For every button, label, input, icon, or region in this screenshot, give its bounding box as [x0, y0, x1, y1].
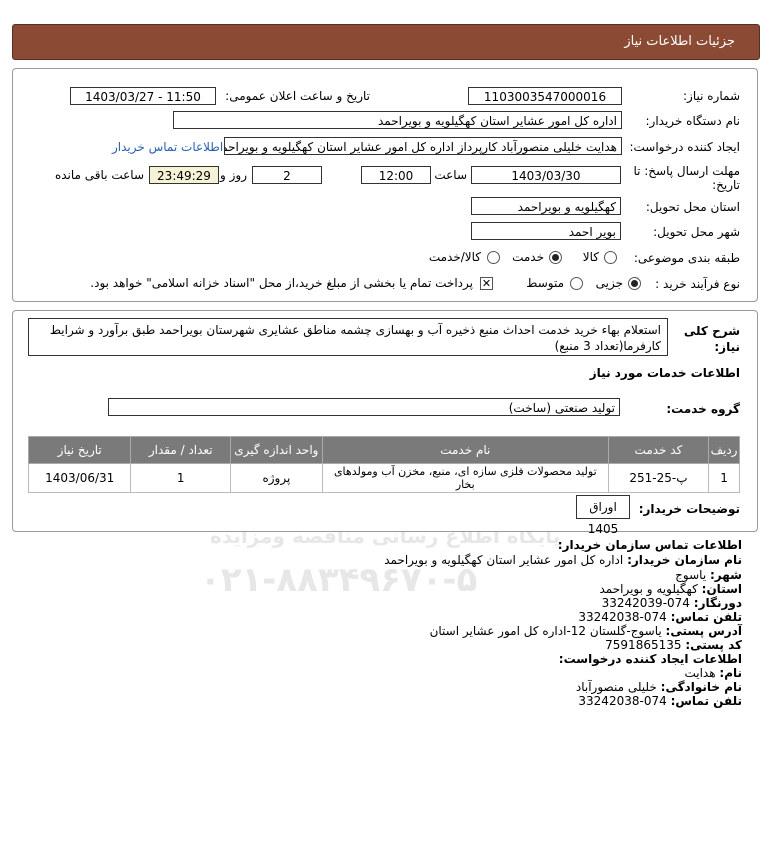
deadline-time-field: 12:00	[361, 166, 431, 184]
cell-need-date: 1403/06/31	[27, 463, 132, 493]
services-table-header: ردیف کد خدمت نام خدمت واحد اندازه گیری ت…	[27, 436, 740, 464]
cell-unit: پروژه	[230, 463, 323, 493]
column-quantity: تعداد / مقدار	[130, 436, 231, 464]
time-label: ساعت	[434, 168, 467, 182]
cell-row-number: 1	[708, 463, 740, 493]
creator-first-name: نام: هدایت	[684, 666, 742, 680]
description-box: استعلام بهاء خرید خدمت احداث منبع ذخیره …	[28, 318, 668, 356]
need-number-field: 1103003547000016	[468, 87, 622, 105]
page-title: جزئیات اطلاعات نیاز	[624, 34, 735, 49]
deadline-label-date: تاریخ:	[712, 178, 740, 192]
contact-phone: تلفن تماس: 074-33242038	[578, 610, 742, 624]
treasury-payment-checkbox[interactable]: ✕	[480, 277, 493, 290]
city-label: شهر محل تحویل:	[653, 225, 740, 239]
description-text: استعلام بهاء خرید خدمت احداث منبع ذخیره …	[49, 323, 661, 353]
contact-city: شهر: یاسوج	[675, 568, 742, 582]
column-service-code: کد خدمت	[607, 436, 710, 464]
buyer-contact-link[interactable]: اطلاعات تماس خریدار	[112, 140, 223, 154]
creator-field: هدایت خلیلی منصورآباد کارپرداز اداره کل …	[224, 137, 622, 155]
description-label: شرح کلی	[683, 324, 740, 338]
service-group-field: تولید صنعتی (ساخت)	[108, 398, 620, 416]
creator-last-name: نام خانوادگی: خلیلی منصورآباد	[575, 680, 742, 694]
process-radio-medium[interactable]	[570, 277, 583, 290]
process-option-minor: جزیی	[595, 276, 623, 290]
buyer-notes-value: اوراق 1405	[587, 500, 619, 536]
category-label: طبقه بندی موضوعی:	[633, 251, 740, 265]
announce-label: تاریخ و ساعت اعلان عمومی:	[225, 89, 370, 103]
remaining-label: ساعت باقی مانده	[54, 168, 144, 182]
column-unit: واحد اندازه گیری	[230, 436, 323, 464]
buyer-notes-label: توضیحات خریدار:	[638, 502, 740, 516]
creator-label: ایجاد کننده درخواست:	[629, 140, 740, 154]
buyer-label: نام دستگاه خریدار:	[645, 114, 741, 128]
deadline-label: مهلت ارسال پاسخ: تا	[633, 164, 740, 178]
contact-province: استان: کهگیلویه و بویراحمد	[599, 582, 742, 596]
need-number-label: شماره نیاز:	[683, 89, 740, 103]
contact-title: اطلاعات تماس سازمان خریدار:	[557, 538, 742, 552]
column-service-name: نام خدمت	[321, 436, 609, 464]
contact-org: نام سازمان خریدار: اداره کل امور عشایر ا…	[384, 553, 742, 567]
category-radio-goods-service[interactable]	[487, 251, 500, 264]
category-option-goods-service: کالا/خدمت	[428, 250, 481, 264]
province-label: استان محل تحویل:	[645, 200, 740, 214]
table-row: 1 پ-25-251 تولید محصولات فلزی سازه ای، م…	[27, 463, 740, 493]
services-table: ردیف کد خدمت نام خدمت واحد اندازه گیری ت…	[27, 436, 740, 493]
process-radio-minor[interactable]	[628, 277, 641, 290]
province-field: کهگیلویه و بویراحمد	[471, 197, 621, 215]
column-need-date: تاریخ نیاز	[27, 436, 132, 464]
payment-note: پرداخت تمام یا بخشی از مبلغ خرید،از محل …	[90, 276, 473, 290]
days-field: 2	[252, 166, 322, 184]
category-radio-service[interactable]	[549, 251, 562, 264]
category-option-service: خدمت	[512, 250, 544, 264]
cell-service-name: تولید محصولات فلزی سازه ای، منبع، مخزن آ…	[321, 463, 609, 493]
column-row-number: ردیف	[708, 436, 740, 464]
announce-field: 1403/03/27 - 11:50	[70, 87, 216, 105]
cell-quantity: 1	[130, 463, 231, 493]
contact-fax: دورنگار: 074-33242039	[601, 596, 742, 610]
buyer-notes-box: اوراق 1405	[576, 495, 630, 536]
category-radio-goods[interactable]	[604, 251, 617, 264]
contact-address: آدرس پستی: یاسوج-گلستان 12-اداره کل امور…	[429, 624, 742, 638]
page-header: جزئیات اطلاعات نیاز	[12, 24, 760, 60]
contact-postal: کد پستی: 7591865135	[605, 638, 742, 652]
category-option-goods: کالا	[582, 250, 599, 264]
process-label: نوع فرآیند خرید :	[655, 277, 740, 291]
deadline-date-field: 1403/03/30	[471, 166, 621, 184]
creator-phone: تلفن تماس: 074-33242038	[578, 694, 742, 708]
creator-title: اطلاعات ایجاد کننده درخواست:	[558, 652, 742, 666]
days-label: روز و	[220, 168, 247, 182]
cell-service-code: پ-25-251	[607, 463, 710, 493]
service-group-label: گروه خدمت:	[666, 402, 740, 416]
remaining-time-field: 23:49:29	[149, 166, 219, 184]
buyer-field: اداره کل امور عشایر استان کهگیلویه و بوی…	[173, 111, 622, 129]
process-option-medium: متوسط	[526, 276, 564, 290]
description-label-need: نیاز:	[714, 340, 740, 354]
services-section-title: اطلاعات خدمات مورد نیاز	[589, 366, 740, 380]
city-field: بویر احمد	[471, 222, 621, 240]
